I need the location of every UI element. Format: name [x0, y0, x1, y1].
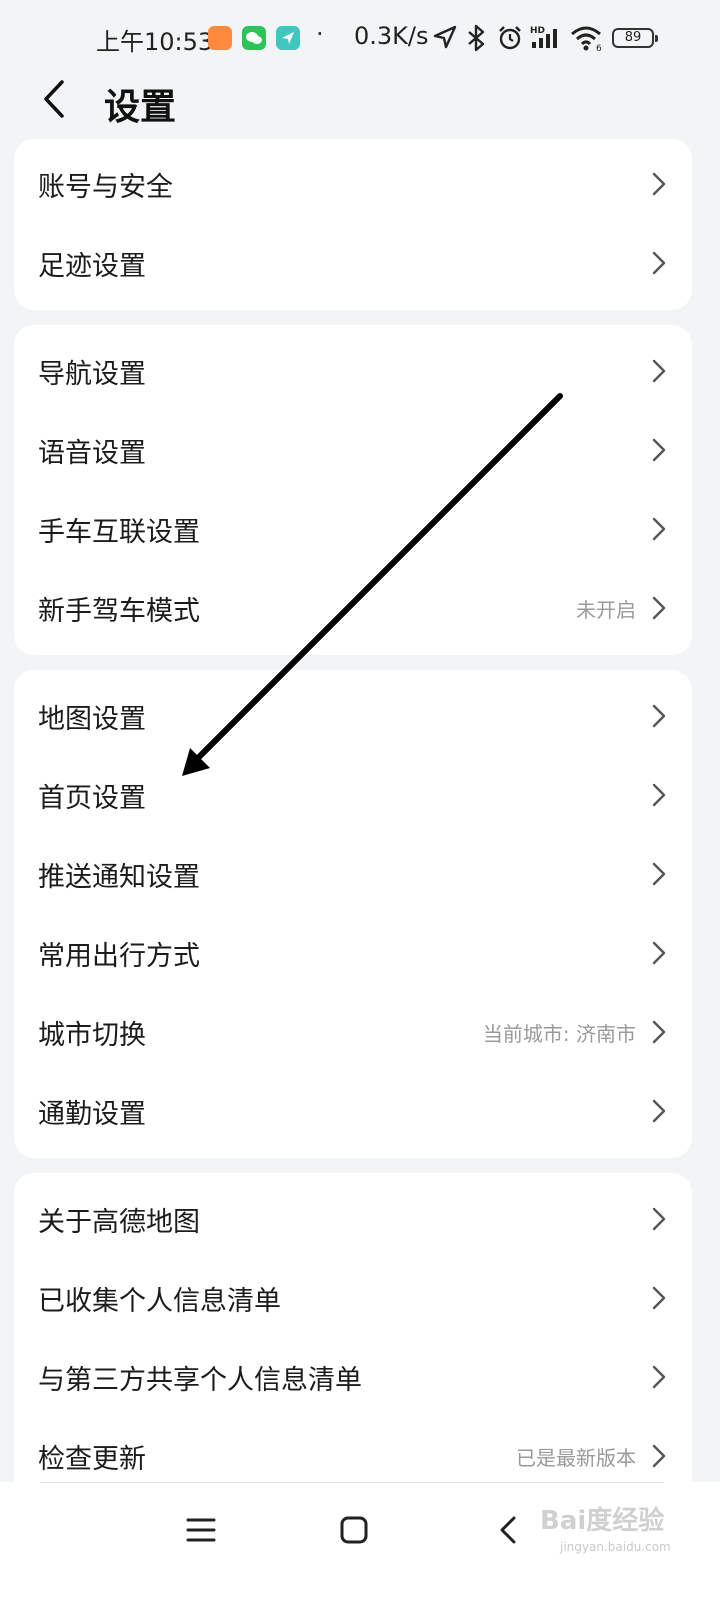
settings-group-map: 地图设置 首页设置 推送通知设置 常用出行方式 城市切换 当前城市: 济南市 通… — [14, 670, 692, 1158]
svg-text:HD: HD — [530, 26, 545, 36]
page-title: 设置 — [104, 87, 177, 128]
chevron-right-icon — [652, 172, 666, 196]
settings-item-label: 语音设置 — [38, 438, 146, 469]
settings-item-label: 与第三方共享个人信息清单 — [38, 1365, 362, 1396]
settings-item-travel-mode[interactable]: 常用出行方式 — [14, 914, 692, 993]
settings-item-account-security[interactable]: 账号与安全 — [14, 145, 692, 224]
watermark-url: jingyan.baidu.com — [560, 1540, 671, 1554]
chevron-right-icon — [652, 1099, 666, 1123]
status-time: 上午10:53 — [96, 28, 214, 56]
chevron-right-icon — [652, 862, 666, 886]
chevron-right-icon — [652, 941, 666, 965]
settings-item-value: 未开启 — [576, 598, 636, 622]
settings-item-label: 关于高德地图 — [38, 1207, 200, 1238]
menu-icon[interactable] — [182, 1510, 222, 1550]
settings-item-city-switch[interactable]: 城市切换 当前城市: 济南市 — [14, 993, 692, 1072]
chevron-right-icon — [652, 1365, 666, 1389]
chevron-right-icon — [652, 251, 666, 275]
settings-item-label: 已收集个人信息清单 — [38, 1286, 281, 1317]
chevron-right-icon — [652, 783, 666, 807]
watermark-logo: Bai度经验 — [540, 1506, 665, 1536]
status-bar: 上午10:53 · 0.3K/s HD 6 89 — [0, 0, 720, 80]
settings-group-account: 账号与安全 足迹设置 — [14, 139, 692, 310]
settings-item-label: 账号与安全 — [38, 172, 173, 203]
settings-item-label: 常用出行方式 — [38, 941, 200, 972]
hd-signal-icon: HD — [530, 24, 564, 56]
settings-item-label: 通勤设置 — [38, 1099, 146, 1130]
settings-item-label: 地图设置 — [38, 704, 146, 735]
settings-item-commute[interactable]: 通勤设置 — [14, 1072, 692, 1151]
wechat-icon — [242, 26, 266, 50]
home-icon[interactable] — [334, 1510, 374, 1550]
back-button[interactable] — [36, 76, 76, 124]
location-arrow-icon — [432, 24, 458, 54]
settings-item-map[interactable]: 地图设置 — [14, 677, 692, 756]
chevron-right-icon — [652, 1207, 666, 1231]
settings-item-label: 城市切换 — [38, 1020, 146, 1051]
bluetooth-icon — [464, 24, 488, 56]
chevron-right-icon — [652, 517, 666, 541]
nav-divider — [40, 1482, 664, 1483]
settings-group-about: 关于高德地图 已收集个人信息清单 与第三方共享个人信息清单 检查更新 已是最新版… — [14, 1173, 692, 1503]
chevron-right-icon — [652, 1286, 666, 1310]
settings-item-value: 已是最新版本 — [516, 1446, 636, 1470]
back-icon[interactable] — [490, 1510, 530, 1550]
settings-item-collected-info[interactable]: 已收集个人信息清单 — [14, 1259, 692, 1338]
settings-item-phone-car-link[interactable]: 手车互联设置 — [14, 490, 692, 569]
network-speed: 0.3K/s — [354, 22, 429, 50]
header: 设置 — [0, 76, 720, 128]
status-dot: · — [316, 20, 324, 48]
chevron-left-icon — [44, 80, 64, 118]
settings-item-label: 首页设置 — [38, 783, 146, 814]
settings-item-shared-info[interactable]: 与第三方共享个人信息清单 — [14, 1338, 692, 1417]
settings-item-navigation[interactable]: 导航设置 — [14, 332, 692, 411]
settings-item-footprint[interactable]: 足迹设置 — [14, 224, 692, 303]
chevron-right-icon — [652, 1020, 666, 1044]
settings-item-voice[interactable]: 语音设置 — [14, 411, 692, 490]
alarm-icon — [496, 24, 524, 56]
settings-group-navigation: 导航设置 语音设置 手车互联设置 新手驾车模式 未开启 — [14, 325, 692, 655]
settings-item-label: 检查更新 — [38, 1444, 146, 1475]
settings-item-novice-driving[interactable]: 新手驾车模式 未开启 — [14, 569, 692, 648]
settings-item-label: 导航设置 — [38, 359, 146, 390]
battery-icon: 89 — [612, 28, 658, 48]
settings-item-push-notification[interactable]: 推送通知设置 — [14, 835, 692, 914]
settings-item-homepage[interactable]: 首页设置 — [14, 756, 692, 835]
svg-text:6: 6 — [596, 44, 602, 52]
settings-item-value: 当前城市: 济南市 — [482, 1022, 636, 1046]
location-app-icon — [276, 26, 300, 50]
chevron-right-icon — [652, 704, 666, 728]
settings-item-label: 推送通知设置 — [38, 862, 200, 893]
settings-item-label: 新手驾车模式 — [38, 596, 200, 627]
settings-item-label: 足迹设置 — [38, 251, 146, 282]
chevron-right-icon — [652, 596, 666, 620]
settings-item-label: 手车互联设置 — [38, 517, 200, 548]
app-orange-icon — [208, 26, 232, 50]
settings-item-about[interactable]: 关于高德地图 — [14, 1180, 692, 1259]
chevron-right-icon — [652, 1444, 666, 1468]
chevron-right-icon — [652, 438, 666, 462]
chevron-right-icon — [652, 359, 666, 383]
wifi-icon: 6 — [570, 24, 604, 56]
